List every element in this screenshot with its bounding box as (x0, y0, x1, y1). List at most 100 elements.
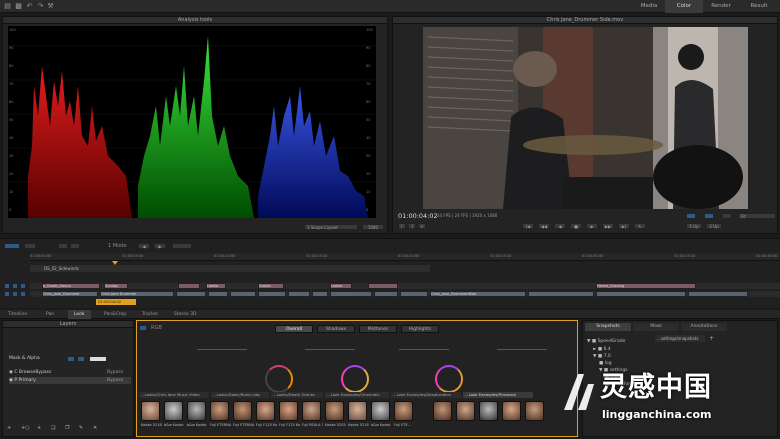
offset-slider[interactable] (197, 349, 247, 350)
tree-item[interactable]: ▼ ■ 7.0 (593, 354, 611, 359)
tab-tracker[interactable]: Tracker (136, 310, 164, 319)
timeline-mode-button[interactable] (4, 243, 20, 249)
tab-render[interactable]: Render (702, 0, 740, 13)
timeline-clip[interactable] (208, 291, 228, 297)
timeline-clip[interactable] (368, 283, 398, 289)
add-layer-icon[interactable]: + (7, 426, 11, 431)
add-secondary-icon[interactable]: +○ (21, 426, 30, 431)
tab-overall[interactable]: Overall (275, 325, 313, 333)
timeline-clip[interactable] (400, 291, 428, 297)
mask-button[interactable] (67, 356, 75, 362)
tab-look[interactable]: Look (68, 310, 91, 319)
alpha-button[interactable] (77, 356, 85, 362)
paste-icon[interactable]: ✎ (79, 426, 83, 431)
look-thumbnail[interactable] (394, 401, 413, 421)
look-thumbnail[interactable] (456, 401, 475, 421)
step-forward-button[interactable]: ▶▶ (602, 223, 614, 229)
compare-button[interactable] (70, 243, 80, 249)
look-thumbnail[interactable] (187, 401, 206, 421)
look-thumbnail[interactable] (525, 401, 544, 421)
delete-icon[interactable]: ✕ (93, 426, 97, 431)
timeline-clip[interactable] (178, 283, 200, 289)
tab-result[interactable]: Result (740, 0, 778, 13)
timeline-clip[interactable] (528, 291, 594, 297)
timeline-clip[interactable]: Lookie (330, 283, 352, 289)
loop-button[interactable]: ↻ (634, 223, 646, 229)
timeline-clip[interactable] (258, 291, 286, 297)
lms-mode-button[interactable] (139, 325, 147, 331)
look-folder-tab[interactable]: ...Look Examples/Cinematic (325, 392, 389, 398)
look-thumbnail[interactable] (433, 401, 452, 421)
undo-icon[interactable]: ↶ (26, 3, 33, 10)
gamma-slider[interactable] (305, 349, 355, 350)
track-solo-icon[interactable] (20, 283, 26, 289)
video-frame[interactable] (423, 27, 748, 209)
timeline-tool-button[interactable] (24, 243, 36, 249)
copy-icon[interactable]: ❐ (65, 426, 69, 431)
stop-button[interactable]: ■ (570, 223, 582, 229)
timeline-clip[interactable] (596, 291, 686, 297)
timeline-clip[interactable] (330, 291, 372, 297)
snapshot-folder-tab[interactable]: ...settings/snapshots (655, 335, 705, 342)
snapshot-button[interactable] (58, 243, 68, 249)
timeline-clip[interactable]: Chris Jane Drummer (100, 291, 174, 297)
next-clip-button[interactable]: ▶ (154, 243, 166, 249)
look-thumbnail[interactable] (141, 401, 160, 421)
timeline-ruler[interactable]: 01:00:00:00 01:00:05:00 01:00:10:00 01:0… (30, 253, 780, 261)
look-folder-tab-active[interactable]: ...Look Examples/Filmstock (463, 392, 533, 398)
tree-item[interactable]: ■ log (599, 361, 612, 366)
tab-midtones[interactable]: Midtones (359, 325, 397, 333)
prev-clip-button[interactable]: ◀ (138, 243, 150, 249)
wrench-icon[interactable]: ⚒ (47, 3, 54, 10)
gamma-color-wheel[interactable] (341, 365, 369, 393)
look-thumbnail[interactable] (256, 401, 275, 421)
look-thumbnail[interactable] (371, 401, 390, 421)
compare-mode-button[interactable] (704, 213, 714, 219)
go-end-button[interactable]: ▶| (618, 223, 630, 229)
track-lock-icon[interactable] (12, 283, 18, 289)
timeline-clip[interactable] (374, 291, 398, 297)
clear-marks-button[interactable]: × (418, 223, 426, 229)
zoom-button[interactable] (172, 243, 192, 249)
save-icon[interactable]: ▩ (15, 3, 22, 10)
play-button[interactable]: ▶ (586, 223, 598, 229)
timeline-clip[interactable] (688, 291, 748, 297)
tree-item[interactable]: ▼ ■ SpeedGrade (587, 339, 625, 344)
go-start-button[interactable]: |◀ (522, 223, 534, 229)
tab-highlights[interactable]: Highlights (401, 325, 439, 333)
add-folder-tab-icon[interactable]: + (709, 335, 714, 342)
fit-select[interactable]: Fit (738, 213, 776, 219)
look-thumbnail[interactable] (164, 401, 183, 421)
look-thumbnail[interactable] (479, 401, 498, 421)
look-folder-tab[interactable]: ...Look Examples/Desaturation (391, 392, 461, 398)
track2-lock-icon[interactable] (12, 291, 18, 297)
tree-item[interactable]: ► ■ 6.4 (593, 347, 611, 352)
layer-row[interactable]: ◉ C BrowseBypass Bypass (9, 369, 131, 376)
redo-icon[interactable]: ↷ (37, 3, 44, 10)
offset-color-wheel[interactable] (265, 365, 293, 393)
play-reverse-button[interactable]: ◀ (554, 223, 566, 229)
tab-media[interactable]: Media (630, 0, 668, 13)
track2-eye-icon[interactable] (4, 291, 10, 297)
look-thumbnail[interactable] (302, 401, 321, 421)
look-thumbnail[interactable] (279, 401, 298, 421)
look-folder-tab[interactable]: ...Looks/Dawn/Rues Labs (211, 392, 269, 398)
tab-mask[interactable]: Mask (633, 323, 679, 331)
duplicate-icon[interactable]: ❏ (51, 426, 55, 431)
folder-icon[interactable]: ▤ (4, 3, 11, 10)
tab-shadows[interactable]: Shadows (317, 325, 355, 333)
timeline-clip[interactable]: a_Grade_Hanna (42, 283, 100, 289)
timeline-clip[interactable]: Hanna_Grading (596, 283, 696, 289)
track-eye-icon[interactable] (4, 283, 10, 289)
tab-stereo-3d[interactable]: Stereo 3D (168, 310, 202, 319)
timeline-clip[interactable]: Gradie (258, 283, 284, 289)
tab-color[interactable]: Color (665, 0, 703, 13)
add-fx-icon[interactable]: + (37, 426, 41, 431)
tab-pan[interactable]: Pan (40, 310, 60, 319)
layout-2up-button[interactable]: 2 Up (706, 223, 722, 229)
look-folder-tab[interactable]: ...Looks/Death Scenes (271, 392, 323, 398)
tab-pan-crop[interactable]: Pan&Crop (98, 310, 132, 319)
tab-annotations[interactable]: Annotations (681, 323, 727, 331)
layout-1up-button[interactable]: 1 Up (686, 223, 702, 229)
mark-in-button[interactable]: [ (398, 223, 406, 229)
